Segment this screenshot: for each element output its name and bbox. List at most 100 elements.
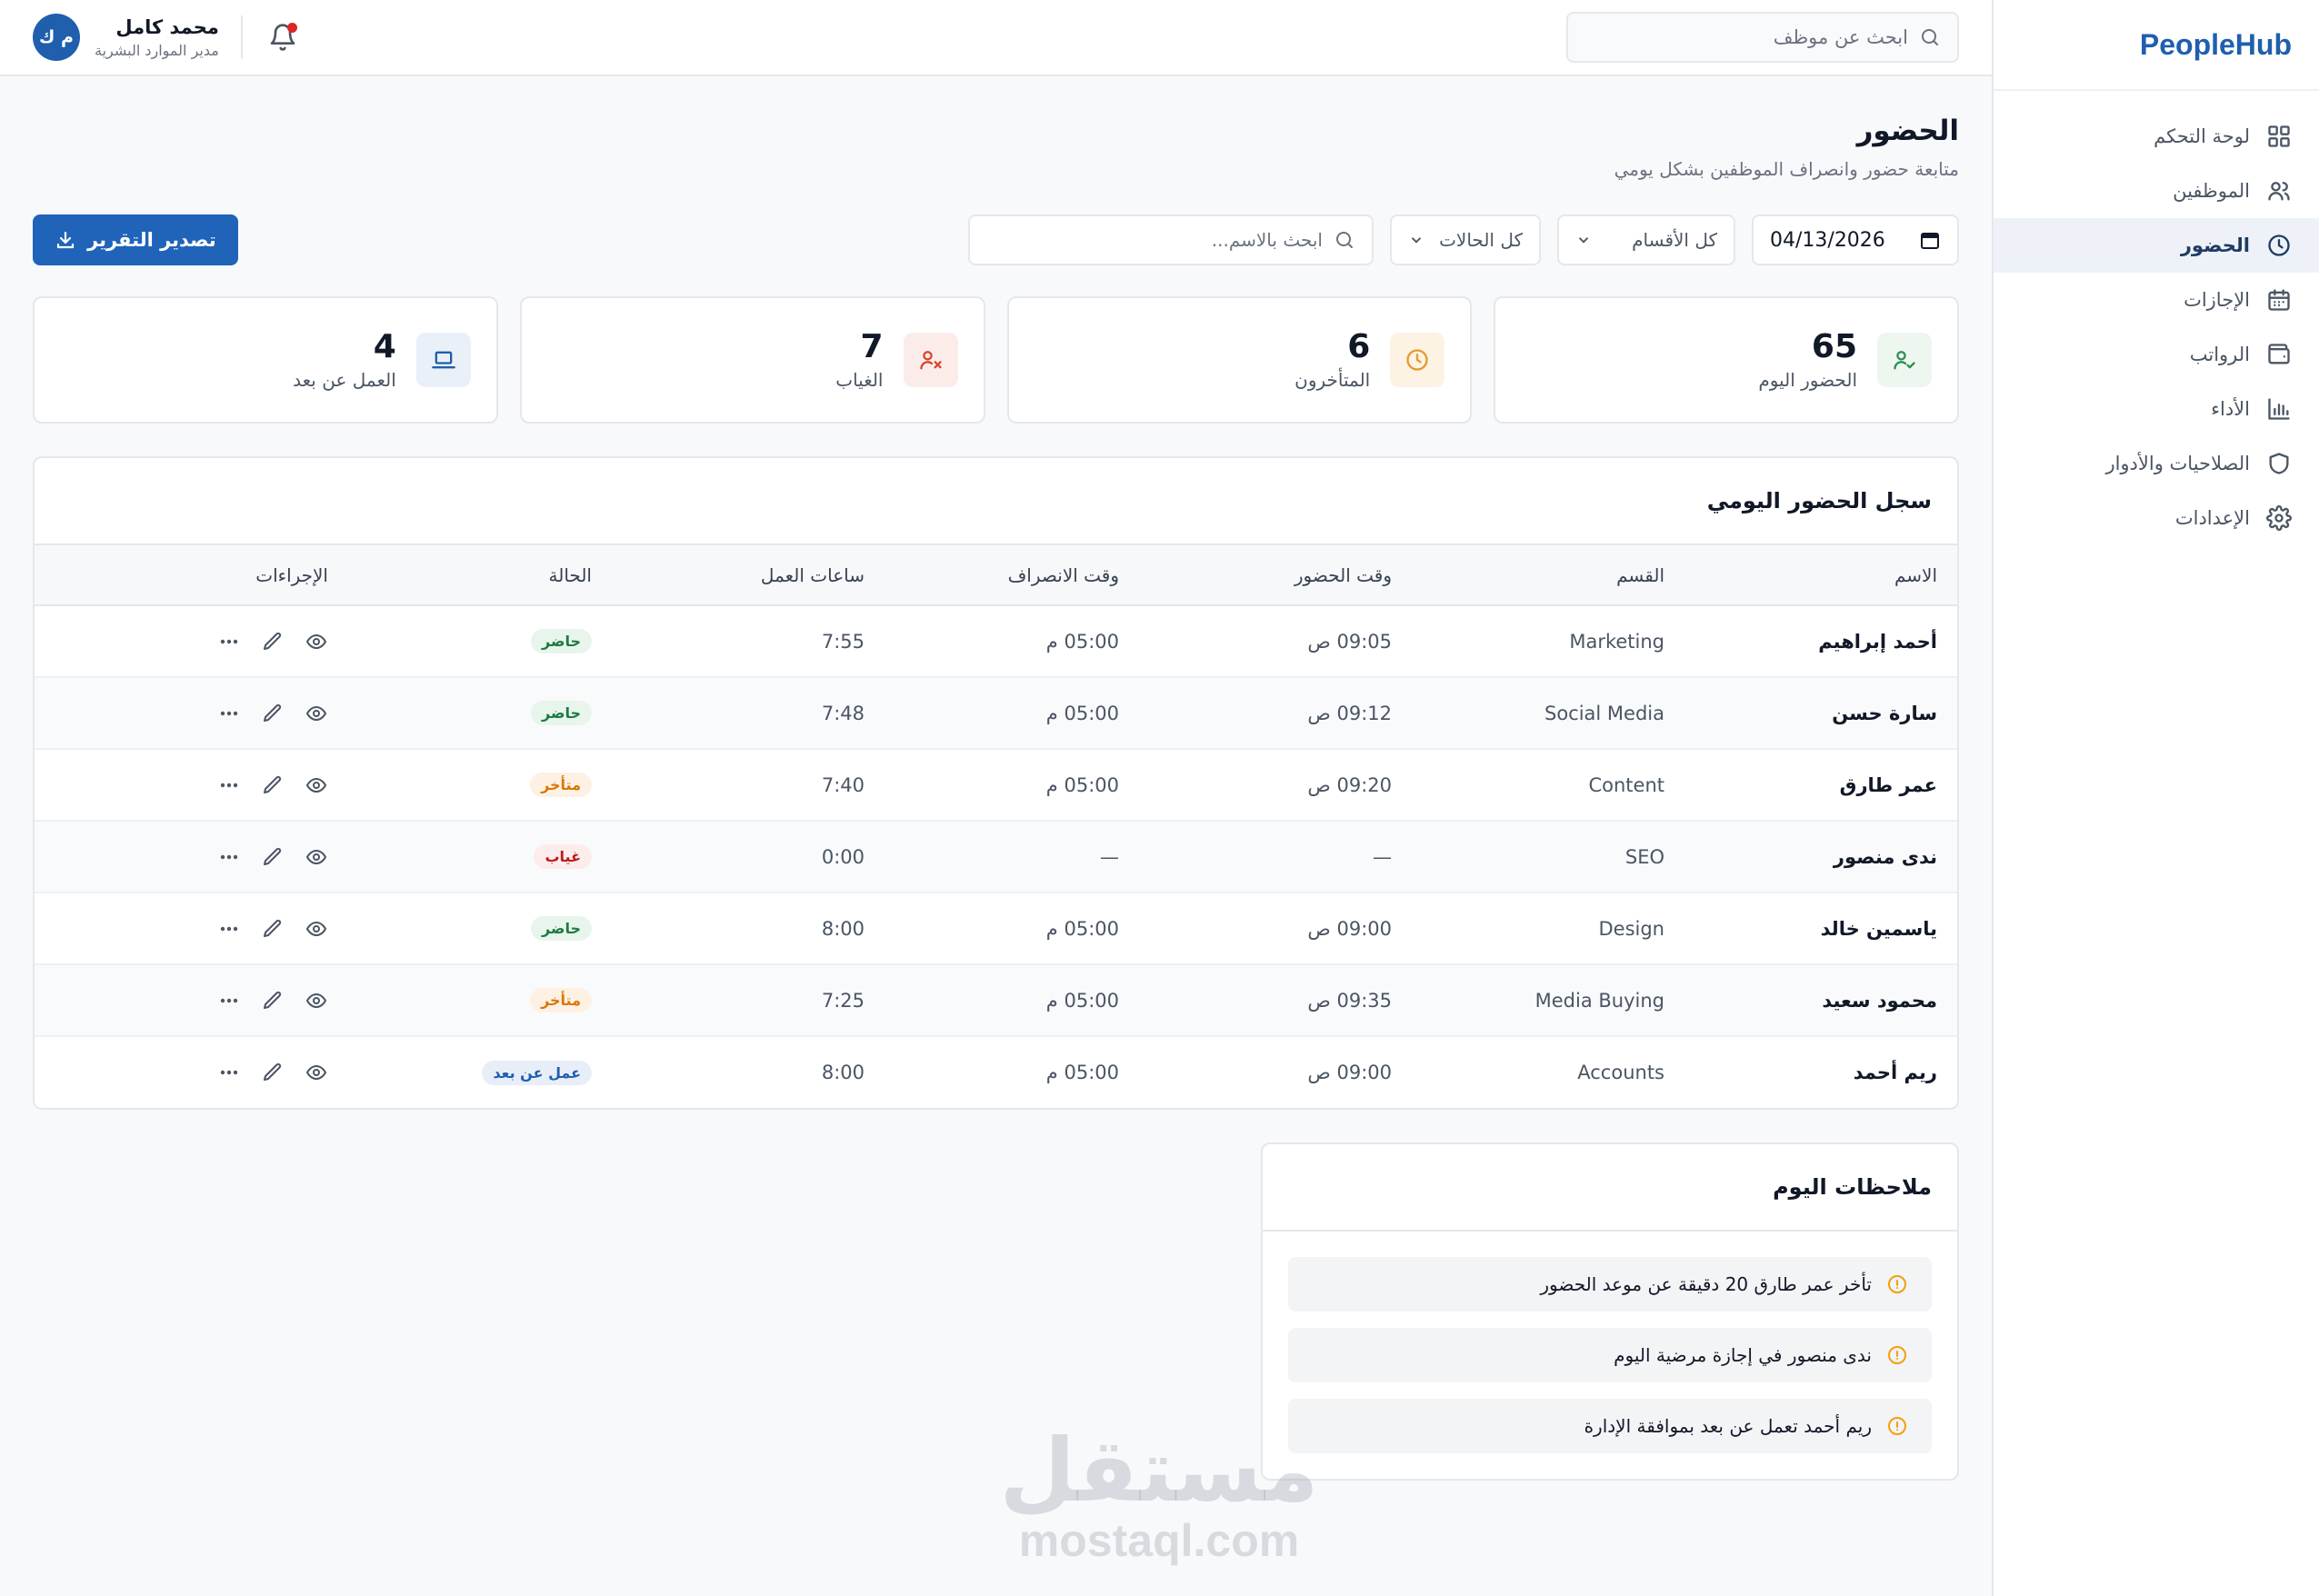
more-button[interactable]	[217, 1061, 241, 1084]
cell-hours: 7:25	[612, 964, 885, 1037]
cell-out: 05:00 م	[885, 749, 1139, 822]
cell-in: 09:12 ص	[1139, 677, 1412, 750]
department-select-value: كل الأقسام	[1632, 229, 1717, 251]
cell-in: 09:35 ص	[1139, 964, 1412, 1037]
edit-button[interactable]	[261, 917, 285, 941]
table-row[interactable]: عمر طارق Content 09:20 ص 05:00 م 7:40 متأخر	[35, 749, 1957, 822]
more-button[interactable]	[217, 702, 241, 725]
stat-text: 7 الغياب	[835, 329, 883, 391]
table-row[interactable]: ندى منصور SEO — —0:00 غياب	[35, 821, 1957, 893]
avatar[interactable]: م ك	[33, 14, 80, 61]
cell-dept: SEO	[1412, 821, 1684, 893]
clock-icon	[1406, 349, 1428, 371]
gear-icon	[2266, 505, 2292, 531]
cell-hours: 8:00	[612, 893, 885, 965]
cell-out: 05:00 م	[1045, 1062, 1119, 1083]
view-button[interactable]	[305, 845, 328, 869]
employee-search-input[interactable]	[1584, 26, 1908, 48]
row-actions	[55, 917, 328, 941]
view-button[interactable]	[305, 1061, 328, 1084]
pencil-icon	[264, 703, 282, 722]
cell-dept: Social Media	[1412, 677, 1684, 750]
edit-button[interactable]	[261, 773, 285, 797]
download-icon	[56, 231, 75, 249]
notification-dot	[286, 23, 297, 33]
pencil-icon	[264, 1062, 282, 1081]
export-report-button[interactable]: تصدير التقرير	[33, 214, 238, 265]
cell-in: 09:05 ص	[1139, 605, 1412, 678]
note-text: تأخر عمر طارق 20 دقيقة عن موعد الحضور	[1540, 1273, 1872, 1295]
eye-icon	[306, 849, 326, 864]
edit-button[interactable]	[261, 989, 285, 1012]
view-button[interactable]	[305, 989, 328, 1012]
cell-actions	[35, 677, 348, 750]
name-search[interactable]	[968, 214, 1374, 265]
view-button[interactable]	[305, 630, 328, 653]
date-value: 04/13/2026	[1770, 228, 1885, 252]
cell-hours: 7:40	[612, 749, 885, 822]
cell-out: 05:00 م	[885, 893, 1139, 965]
edit-button[interactable]	[261, 702, 285, 725]
sidebar-item-settings[interactable]: الإعدادات	[1994, 491, 2319, 545]
calendar-icon[interactable]	[1919, 229, 1941, 251]
status-select[interactable]: كل الحالات	[1390, 214, 1541, 265]
table-row[interactable]: محمود سعيد Media Buying 09:35 ص 05:00 م 7:25…	[35, 964, 1957, 1037]
sidebar-item-performance[interactable]: الأداء	[1994, 382, 2319, 436]
cell-out: 05:00 م	[885, 964, 1139, 1037]
cell-actions	[35, 1036, 348, 1108]
note-item: تأخر عمر طارق 20 دقيقة عن موعد الحضور	[1288, 1257, 1932, 1312]
sidebar-item-attendance[interactable]: الحضور	[1994, 218, 2319, 273]
sidebar-item-permissions[interactable]: الصلاحيات والأدوار	[1994, 436, 2319, 491]
date-picker[interactable]: 04/13/2026	[1752, 214, 1959, 265]
more-button[interactable]	[217, 773, 241, 797]
more-horizontal-icon	[220, 854, 238, 859]
table-row[interactable]: أحمد إبراهيم Marketing 09:05 ص 05:00 م 7:55 ح…	[35, 605, 1957, 678]
user-menu[interactable]: محمد كامل مدير الموارد البشرية م ك	[33, 14, 219, 61]
more-button[interactable]	[217, 845, 241, 869]
more-button[interactable]	[217, 630, 241, 653]
shield-icon	[2269, 453, 2289, 474]
view-button[interactable]	[305, 773, 328, 797]
more-horizontal-icon	[220, 998, 238, 1002]
table-row[interactable]: ريم أحمد Accounts 09:00 ص 05:00 م 8:00 عمل عن…	[35, 1036, 1957, 1108]
sidebar-item-payroll[interactable]: الرواتب	[1994, 327, 2319, 382]
cell-status: متأخر	[348, 749, 612, 822]
sidebar-item-leaves[interactable]: الإجازات	[1994, 273, 2319, 327]
cell-name: عمر طارق	[1684, 749, 1957, 822]
stat-icon-box	[1877, 333, 1932, 387]
table-row[interactable]: ياسمين خالد Design 09:00 ص 05:00 م 8:00 حاضر	[35, 893, 1957, 965]
more-button[interactable]	[217, 989, 241, 1012]
table-row[interactable]: سارة حسن Social Media 09:12 ص 05:00 م 7:48 حا…	[35, 677, 1957, 750]
brand-logo[interactable]: PeopleHub	[1994, 0, 2319, 91]
sidebar-item-label: الموظفين	[2173, 180, 2250, 202]
row-actions	[55, 845, 328, 869]
notifications-button[interactable]	[265, 19, 301, 55]
more-horizontal-icon	[220, 926, 238, 931]
status-badge: حاضر	[531, 701, 592, 725]
employee-search[interactable]	[1566, 12, 1959, 63]
app-root: PeopleHub لوحة التحكم الموظفين الحضور ال…	[0, 0, 2319, 1596]
table-header: الاسم القسم وقت الحضور وقت الانصراف ساعا…	[35, 545, 1957, 606]
eye-icon	[306, 921, 326, 936]
status-badge: متأخر	[530, 988, 592, 1012]
edit-button[interactable]	[261, 845, 285, 869]
eye-icon	[306, 777, 326, 793]
cell-actions	[35, 749, 348, 822]
divider	[240, 15, 243, 59]
page-header: الحضور متابعة حضور وانصراف الموظفين بشكل…	[33, 115, 1959, 180]
name-search-input[interactable]	[986, 229, 1323, 251]
cell-name: سارة حسن	[1684, 677, 1957, 750]
department-select[interactable]: كل الأقسام	[1557, 214, 1735, 265]
view-button[interactable]	[305, 917, 328, 941]
sidebar-item-dashboard[interactable]: لوحة التحكم	[1994, 109, 2319, 164]
sidebar-item-employees[interactable]: الموظفين	[1994, 164, 2319, 218]
more-button[interactable]	[217, 917, 241, 941]
view-button[interactable]	[305, 702, 328, 725]
sidebar-nav: لوحة التحكم الموظفين الحضور الإجازات الر…	[1994, 91, 2319, 545]
cell-name: محمود سعيد	[1684, 964, 1957, 1037]
edit-button[interactable]	[261, 1061, 285, 1084]
edit-button[interactable]	[261, 630, 285, 653]
stat-label: المتأخرون	[1294, 368, 1371, 391]
note-item: ندى منصور في إجازة مرضية اليوم	[1288, 1328, 1932, 1382]
stat-label: العمل عن بعد	[293, 368, 396, 391]
